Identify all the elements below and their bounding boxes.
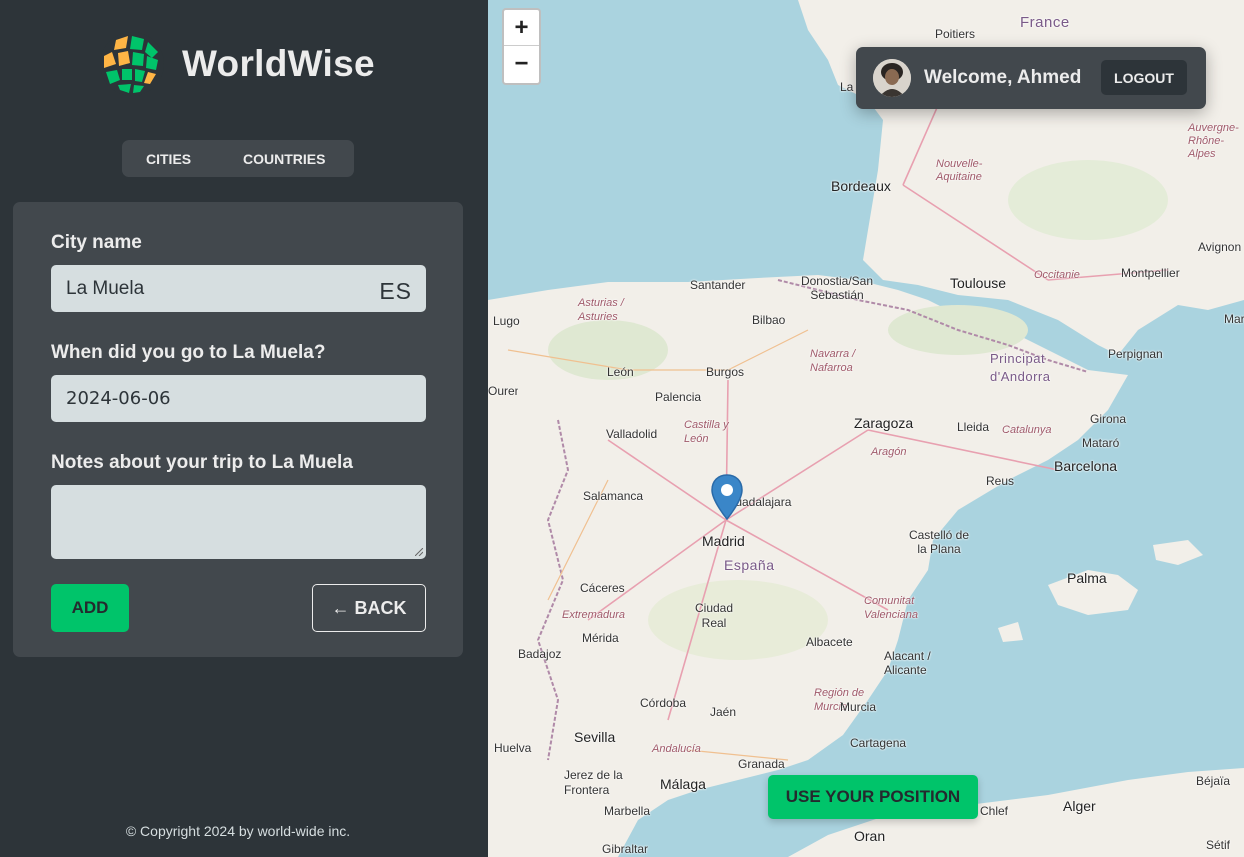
map-label-toulouse: Toulouse: [950, 275, 1007, 291]
city-name-value: La Muela: [66, 278, 145, 299]
map-label-girona: Girona: [1090, 412, 1127, 426]
map-label-perpignan: Perpignan: [1108, 347, 1163, 361]
zoom-control: + −: [502, 8, 541, 85]
map-label-andalucia: Andalucía: [652, 743, 701, 755]
city-name-input[interactable]: La Muela ES: [51, 265, 426, 312]
map-label-asturias: Asturias / Asturies: [578, 297, 624, 323]
avatar-icon: [873, 59, 911, 97]
map-label-poitiers: Poitiers: [935, 27, 976, 41]
map-label-castello: Castelló de la Plana: [908, 528, 970, 556]
notes-textarea[interactable]: [51, 485, 426, 559]
map-label-santander: Santander: [690, 278, 746, 292]
map-label-auvergne: Auvergne-Rhône-Alpes: [1188, 122, 1239, 160]
country-flag: ES: [379, 278, 412, 304]
map-label-madrid: Madrid: [702, 533, 745, 549]
map-label-salamanca: Salamanca: [583, 489, 644, 503]
map-label-bilbao: Bilbao: [752, 313, 786, 327]
add-city-form: City name La Muela ES When did you go to…: [13, 202, 463, 657]
map-label-bordeaux: Bordeaux: [831, 178, 891, 194]
map-label-nouvelle-aquitaine: Nouvelle-Aquitaine: [936, 158, 983, 183]
globe-logo-icon: [100, 32, 164, 96]
date-label: When did you go to La Muela?: [51, 342, 326, 363]
resize-handle-icon[interactable]: [415, 548, 423, 556]
map-label-barcelona: Barcelona: [1054, 458, 1118, 474]
map-label-extremadura: Extremadura: [562, 609, 625, 621]
map-label-comunitat-valenciana: Comunitat Valenciana: [864, 595, 919, 621]
map-label-leon: León: [607, 365, 634, 379]
app-name: WorldWise: [182, 43, 375, 84]
zoom-out-button[interactable]: −: [504, 46, 539, 82]
map-label-bejaia: Béjaïa: [1196, 774, 1231, 788]
map-label-catalunya: Catalunya: [1002, 424, 1052, 436]
map-label-alicante: Alacant / Alicante: [884, 649, 931, 677]
map-label-zaragoza: Zaragoza: [854, 415, 914, 431]
map-label-granada: Granada: [738, 757, 785, 771]
map-label-cordoba: Córdoba: [640, 696, 687, 710]
nav-tabs: CITIES COUNTRIES: [122, 140, 354, 177]
map-label-donostia: Donostia/San Sebastián: [800, 274, 874, 302]
tab-countries[interactable]: COUNTRIES: [243, 151, 325, 167]
map-label-france: France: [1020, 14, 1070, 31]
map-label-albacete: Albacete: [806, 635, 853, 649]
map-label-merida: Mérida: [582, 631, 619, 645]
tab-cities[interactable]: CITIES: [146, 151, 191, 167]
map-label-sevilla: Sevilla: [574, 729, 616, 745]
map-label-lleida: Lleida: [957, 420, 990, 434]
map-label-malaga: Málaga: [660, 776, 706, 792]
map-label-cartagena: Cartagena: [850, 736, 907, 750]
map-label-marseille: Marseille: [1224, 312, 1244, 326]
map-label-burgos: Burgos: [706, 365, 745, 379]
map-label-montpellier: Montpellier: [1121, 266, 1180, 280]
map-label-la: La: [840, 80, 854, 94]
map-label-espana: España: [724, 557, 775, 573]
map-label-andorra: Principat d'Andorra: [990, 351, 1051, 384]
user-box: Welcome, Ahmed LOGOUT: [856, 47, 1206, 109]
date-input[interactable]: 2024-06-06: [51, 375, 426, 422]
map[interactable]: France Poitiers La Bordeaux Nouvelle-Aqu…: [488, 0, 1244, 857]
logout-button[interactable]: LOGOUT: [1101, 60, 1187, 95]
map-label-mataro: Mataró: [1082, 436, 1120, 450]
map-label-alger: Alger: [1063, 798, 1096, 814]
welcome-text: Welcome, Ahmed: [924, 67, 1082, 88]
copyright: © Copyright 2024 by world-wide inc.: [125, 823, 351, 839]
use-position-button[interactable]: USE YOUR POSITION: [768, 775, 978, 819]
map-label-badajoz: Badajoz: [518, 647, 562, 661]
map-label-lugo: Lugo: [493, 314, 520, 328]
map-label-murcia: Murcia: [840, 700, 877, 714]
add-button[interactable]: ADD: [51, 584, 129, 632]
zoom-in-button[interactable]: +: [504, 10, 539, 46]
map-marker-icon[interactable]: [710, 473, 744, 523]
map-label-jaen: Jaén: [710, 705, 737, 719]
map-label-reus: Reus: [986, 474, 1015, 488]
map-label-ciudad-real: Ciudad Real: [694, 601, 734, 630]
map-label-navarra: Navarra / Nafarroa: [810, 348, 856, 374]
map-label-occitanie: Occitanie: [1034, 269, 1080, 281]
city-name-label: City name: [51, 232, 142, 253]
map-label-valladolid: Valladolid: [606, 427, 658, 441]
back-button[interactable]: ← BACK: [312, 584, 426, 632]
map-label-ourense: Ourense: [488, 384, 518, 398]
map-label-jerez: Jerez de la Frontera: [564, 768, 623, 797]
sidebar: WorldWise CITIES COUNTRIES City name La …: [0, 0, 488, 857]
map-label-setif: Sétif: [1206, 838, 1231, 852]
map-label-castilla-y-leon: Castilla y León: [684, 419, 729, 445]
logo[interactable]: WorldWise: [98, 30, 375, 98]
map-label-palencia: Palencia: [655, 390, 702, 404]
map-label-oran: Oran: [854, 828, 886, 844]
map-label-palma: Palma: [1067, 570, 1107, 586]
avatar: [873, 59, 911, 97]
map-label-chlef: Chlef: [980, 804, 1009, 818]
notes-label: Notes about your trip to La Muela: [51, 452, 353, 473]
map-label-marbella: Marbella: [604, 804, 651, 818]
map-label-avignon: Avignon: [1198, 240, 1242, 254]
date-value: 2024-06-06: [66, 388, 171, 409]
map-label-huelva: Huelva: [494, 741, 532, 755]
map-label-aragon: Aragón: [871, 446, 907, 458]
map-label-gibraltar: Gibraltar: [602, 842, 649, 856]
map-label-caceres: Cáceres: [580, 581, 625, 595]
